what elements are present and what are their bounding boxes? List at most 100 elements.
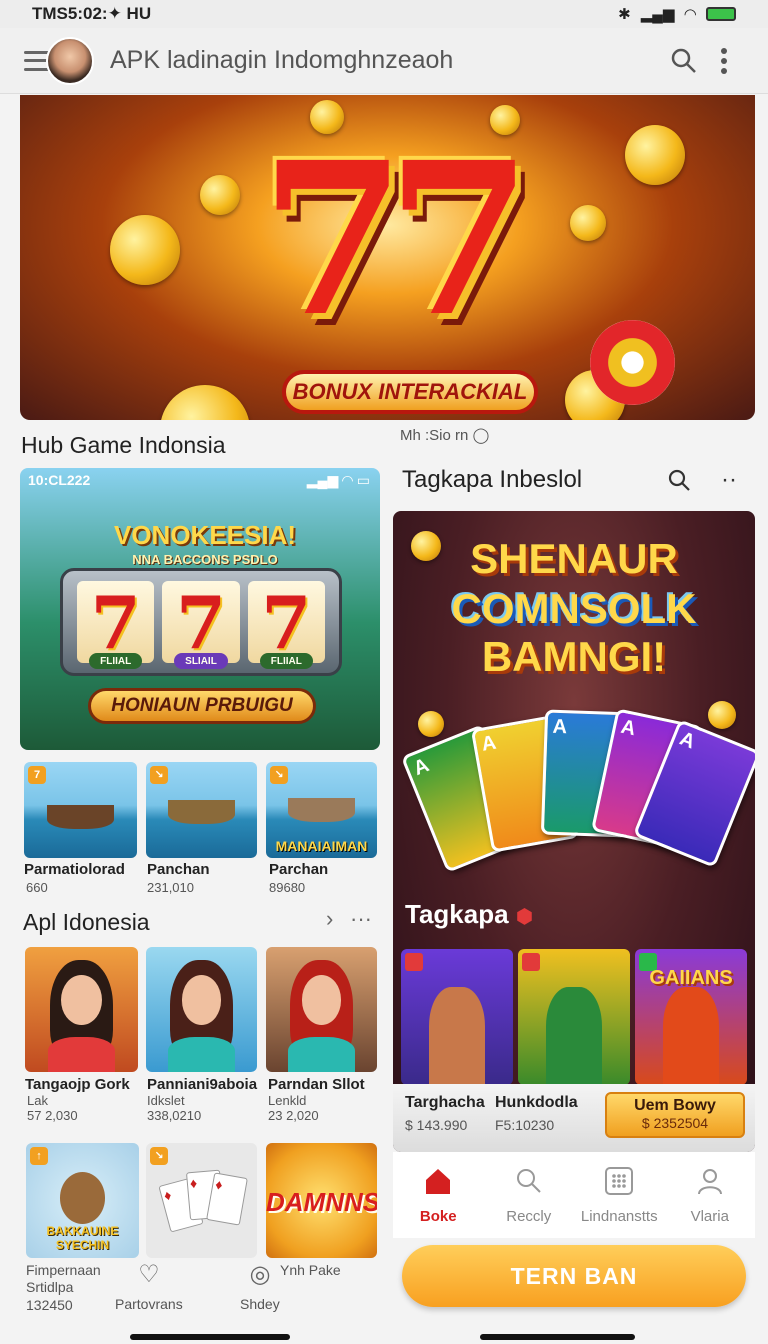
game-thumbnail[interactable]: ↑ BAKKAUINE SYECHIN xyxy=(26,1143,139,1258)
game-meta: Lak xyxy=(27,1093,48,1108)
home-icon xyxy=(423,1166,453,1202)
slot-reel: 7 FLIIAL xyxy=(247,580,325,669)
more-horiz-icon[interactable]: ··· xyxy=(350,906,372,932)
game-name[interactable]: Tangaojp Gork xyxy=(25,1076,130,1093)
camera-icon[interactable]: ◎ xyxy=(246,1260,274,1288)
slot-machine: 7 FLIIAL 7 SLIAIL 7 FLIIAL xyxy=(60,568,342,676)
cta-button[interactable]: TERN BAN xyxy=(402,1245,746,1307)
game-thumbnail[interactable] xyxy=(25,947,138,1072)
hero-banner-label[interactable]: BONUX INTERACKIAL xyxy=(282,370,538,414)
playing-card-icon: ♦ xyxy=(206,1172,248,1226)
app-title: APK ladinagin Indomghnzeaoh xyxy=(110,46,454,74)
hero-banner[interactable]: 77 BONUX INTERACKIAL xyxy=(20,95,755,420)
reel-tag: FLIIAL xyxy=(89,653,143,669)
right-section-title: Tagkapa Inbeslol xyxy=(402,466,583,493)
casino-chip-icon xyxy=(590,320,675,405)
badge-icon: ↘ xyxy=(150,766,168,784)
badge-icon: ↑ xyxy=(30,1147,48,1165)
tile-label: BAKKAUINE SYECHIN xyxy=(46,1223,119,1252)
tile-name[interactable]: Fimpernaan xyxy=(26,1262,101,1278)
apl-section-title: Apl Idonesia xyxy=(23,909,150,935)
nav-label: Lindnanstts xyxy=(580,1207,658,1225)
heart-icon[interactable]: ♡ xyxy=(135,1260,163,1288)
coin-icon xyxy=(110,215,180,285)
nav-grid[interactable]: Lindnanstts xyxy=(574,1152,665,1238)
hub-meta-text: Mh :Sio rn xyxy=(400,427,469,444)
status-time: TMS5:02:✦ HU xyxy=(32,4,152,23)
chevron-right-icon[interactable]: › xyxy=(326,906,333,932)
game-thumbnail[interactable]: DAMNNS xyxy=(266,1143,377,1258)
card-status-icons: ▂▄▆ ◠ ▭ xyxy=(306,472,370,488)
info-dot-icon: ◯ xyxy=(472,427,490,444)
buy-button-title: Uem Bowy xyxy=(634,1097,716,1114)
thumbnail-caption: MANAIAIMAN xyxy=(275,838,368,854)
game-meta: Idkslet xyxy=(147,1093,185,1108)
card-subtitle: NNA BACCONS PSDLO xyxy=(132,552,278,567)
panel-title-line1: SHENAUR xyxy=(470,535,678,582)
character-body xyxy=(168,1037,235,1072)
slot-reel: 7 FLIIAL xyxy=(77,580,155,669)
badge-icon xyxy=(522,953,540,971)
character-image xyxy=(546,987,602,1085)
mini-game-tile[interactable] xyxy=(401,949,513,1085)
favorites-label[interactable]: Partovrans xyxy=(115,1296,183,1312)
game-meta: 231,010 xyxy=(147,880,194,895)
panel-label: Tagkapa ⬢ xyxy=(405,899,533,930)
mini-game-tile[interactable] xyxy=(518,949,630,1085)
badge-icon: 7 xyxy=(28,766,46,784)
game-thumbnail[interactable] xyxy=(146,947,257,1072)
mini-game-tile[interactable]: GAIIANS xyxy=(635,949,747,1085)
character-body xyxy=(288,1037,355,1072)
game-name[interactable]: Panniani9aboia xyxy=(147,1076,257,1093)
strip-item-name[interactable]: Targhacha xyxy=(405,1094,485,1112)
coin-icon xyxy=(708,701,736,729)
game-name[interactable]: Parndan Sllot xyxy=(268,1076,365,1093)
hero-sevens: 77 xyxy=(260,116,532,363)
search-icon[interactable] xyxy=(663,464,695,496)
more-vert-icon[interactable] xyxy=(704,41,744,81)
coin-icon xyxy=(200,175,240,215)
coin-icon xyxy=(418,711,444,737)
buy-button[interactable]: Uem Bowy $ 2352504 xyxy=(605,1092,745,1138)
game-thumbnail[interactable]: 7 xyxy=(24,762,137,858)
game-name[interactable]: Parmatiolorad xyxy=(24,861,125,878)
hub-section-meta: Mh :Sio rn ◯ xyxy=(400,426,489,444)
card-title: VONOKEESIA! xyxy=(113,520,297,550)
character-image xyxy=(663,987,719,1085)
game-meta: 660 xyxy=(26,880,48,895)
share-label[interactable]: Shdey xyxy=(240,1296,280,1312)
strip-item-name[interactable]: Hunkdodla xyxy=(495,1094,578,1112)
nav-search[interactable]: Reccly xyxy=(484,1152,575,1238)
search-icon[interactable] xyxy=(664,41,704,81)
game-name[interactable]: Parchan xyxy=(269,861,328,878)
coin-icon xyxy=(625,125,685,185)
nav-profile[interactable]: Vlaria xyxy=(665,1152,756,1238)
reel-tag: FLIIAL xyxy=(259,653,313,669)
game-thumbnail[interactable]: ↘ ♦ ♦ ♦ xyxy=(146,1143,257,1258)
strip-item-price: F5:10230 xyxy=(495,1117,555,1133)
game-thumbnail[interactable]: ↘ xyxy=(146,762,257,858)
price-strip: Targhacha $ 143.990 Hunkdodla F5:10230 U… xyxy=(393,1084,755,1152)
character-face xyxy=(301,974,342,1025)
nav-home[interactable]: Boke xyxy=(393,1152,484,1238)
game-thumbnail[interactable] xyxy=(266,947,377,1072)
tanuki-image xyxy=(59,1171,106,1224)
shield-icon: ⬢ xyxy=(515,906,534,928)
game-thumbnail[interactable]: ↘ MANAIAIMAN xyxy=(266,762,377,858)
wifi-icon: ◠ xyxy=(684,6,696,23)
more-horiz-icon[interactable]: ·· xyxy=(713,464,745,496)
badge-icon: ↘ xyxy=(270,766,288,784)
avatar[interactable] xyxy=(46,36,94,85)
featured-card-game-panel[interactable]: SHENAUR COMNSOLK BAMNGI! A A A A A Tagka… xyxy=(393,511,755,1152)
badge-icon: ↘ xyxy=(150,1147,168,1165)
character-image xyxy=(429,987,485,1085)
game-name[interactable]: Panchan xyxy=(147,861,210,878)
game-meta: Lenkld xyxy=(268,1093,307,1108)
character-body xyxy=(47,1037,116,1072)
boat-image xyxy=(46,805,115,830)
character-face xyxy=(181,974,222,1025)
bottom-navigation: Boke Reccly Lindnanstts Vlaria xyxy=(393,1152,755,1238)
home-indicator xyxy=(130,1334,290,1340)
card-play-button[interactable]: HONIAUN PRBUIGU xyxy=(88,688,316,724)
featured-slot-card[interactable]: 10:CL222 ▂▄▆ ◠ ▭ VONOKEESIA! NNA BACCONS… xyxy=(20,468,380,750)
